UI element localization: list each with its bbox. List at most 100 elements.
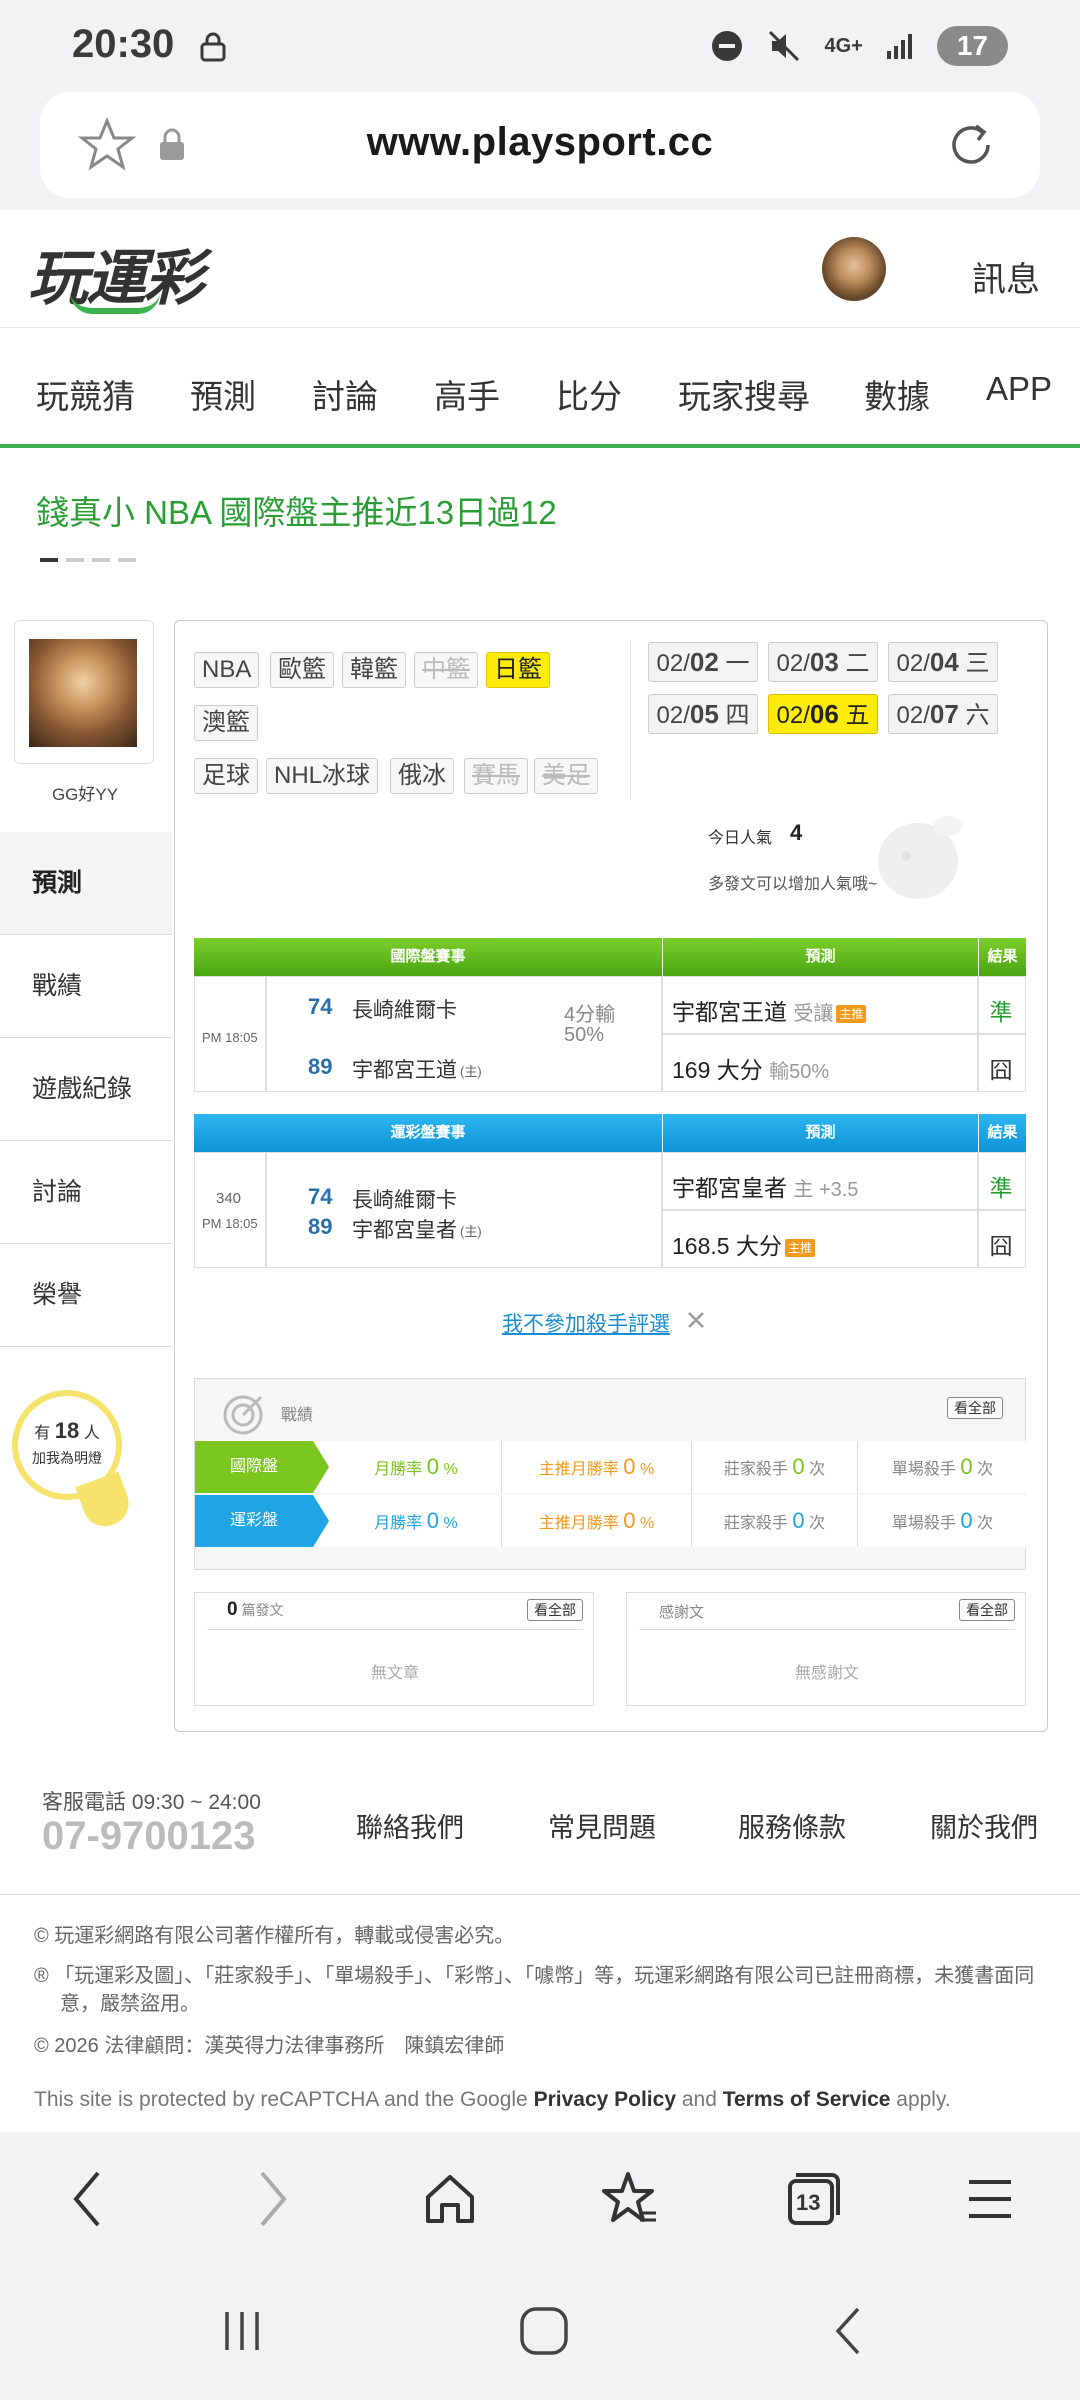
messages-link[interactable]: 訊息 [972,252,1040,301]
sidebar-item-honors[interactable]: 榮譽 [0,1244,172,1347]
lottery-header-pred: 預測 [662,1114,978,1152]
stats-title: 戰績 [281,1407,314,1424]
date-tab[interactable]: 02/07 六 [888,694,998,734]
back-button[interactable] [48,2164,128,2234]
sidebar-item-discussion[interactable]: 討論 [0,1141,172,1244]
nav-item[interactable]: 玩競猜 [36,370,135,418]
intl-away-team[interactable]: 長崎維爾卡 [352,994,457,1024]
date-tab[interactable]: 02/02 一 [648,642,758,682]
league-tag[interactable]: 韓籃 [342,652,406,688]
footer-link-contact[interactable]: 聯絡我們 [356,1806,464,1845]
nav-item[interactable]: 比分 [556,370,622,418]
lottery-pred-1: 宇都宮皇者 主 +3.5 [672,1175,859,1201]
nav-item[interactable]: APP [986,370,1052,408]
sidebar-item-game-log[interactable]: 遊戲紀錄 [0,1038,172,1141]
nav-item[interactable]: 討論 [312,370,378,418]
intl-header-result: 結果 [978,938,1026,976]
battery-level: 17 [936,26,1008,66]
bookmarks-star-icon [602,2172,656,2222]
home-button[interactable] [410,2164,490,2234]
sidebar-item-predictions[interactable]: 預測 [0,832,172,935]
address-bar[interactable]: www.playsport.cc [40,92,1040,198]
tabs-button[interactable]: 13 [770,2164,850,2234]
headline-link[interactable]: 錢真小 NBA 國際盤主推近13日過12 [36,486,557,534]
date-tab[interactable]: 02/05 四 [648,694,758,734]
fan-cta: 加我為明燈 [32,1450,102,1466]
user-avatar[interactable] [822,237,886,301]
intl-spread: 4分輸 [564,1004,616,1026]
intl-pred-1: 宇都宮王道 受讓 主推 [672,993,867,1027]
league-tag-selected[interactable]: 日籃 [486,652,550,688]
arrow-shape [313,1495,329,1547]
site-header: 玩運彩 訊息 [0,210,1080,328]
league-tag: 賽馬 [464,758,528,794]
date-tab[interactable]: 02/04 三 [888,642,998,682]
lottery-result-2: 囧 [989,1233,1013,1259]
hotline-number[interactable]: 07-9700123 [42,1814,256,1859]
target-icon [223,1395,263,1435]
main-pick-badge: 主推 [784,1238,815,1257]
intl-home-team[interactable]: 宇都宮王道 [352,1054,457,1084]
lottery-home-team[interactable]: 宇都宮皇者 [352,1214,457,1244]
stat-month-rate: 月勝率 0 % [374,1454,458,1479]
league-tag[interactable]: 俄冰 [390,758,454,794]
nav-item[interactable]: 數據 [864,370,930,418]
recents-button[interactable] [202,2296,282,2366]
date-tab[interactable]: 02/03 二 [768,642,878,682]
lottery-header-event: 運彩盤賽事 [194,1114,662,1152]
league-tag[interactable]: NHL冰球 [266,758,379,794]
signal-icon [886,34,912,59]
lottery-away-num: 74 [308,1184,333,1209]
status-time: 20:30 [72,22,175,66]
lottery-away-team[interactable]: 長崎維爾卡 [352,1184,457,1214]
league-tag[interactable]: 足球 [194,758,258,794]
league-tag[interactable]: 歐籃 [270,652,334,688]
footer-link-about[interactable]: 關於我們 [930,1806,1038,1845]
thanks-view-all-button[interactable]: 看全部 [959,1599,1015,1621]
stats-row-label: 運彩盤 [195,1495,313,1547]
intl-result-2: 囧 [989,1057,1013,1083]
privacy-policy-link[interactable]: Privacy Policy [534,2088,676,2111]
stat-banker-killer: 莊家殺手 0 次 [691,1495,857,1547]
stat-single-killer: 單場殺手 0 次 [857,1441,1027,1493]
profile-card[interactable] [14,620,154,764]
system-back-button[interactable] [808,2296,888,2366]
stats-row-label: 國際盤 [195,1441,313,1493]
posts-view-all-button[interactable]: 看全部 [527,1599,583,1621]
forward-icon [260,2171,287,2227]
posts-empty: 無文章 [370,1665,419,1682]
mascot-watermark-icon [878,816,962,899]
footer-link-faq[interactable]: 常見問題 [548,1806,656,1845]
url-text[interactable]: www.playsport.cc [40,120,1040,165]
league-tag[interactable]: NBA [194,652,260,688]
lottery-match-cell [266,1152,662,1268]
league-tag[interactable]: 澳籃 [194,705,258,741]
thanks-empty: 無感謝文 [794,1665,859,1682]
hamburger-menu-icon [969,2180,1011,2218]
intl-home-num: 89 [308,1054,333,1079]
intl-away-num: 74 [308,994,333,1019]
nav-item[interactable]: 預測 [190,370,256,418]
profile-photo[interactable] [29,639,137,747]
bookmarks-button[interactable] [590,2164,670,2234]
nav-item[interactable]: 玩家搜尋 [678,370,810,418]
stats-row-lottery: 運彩盤 月勝率 0 % 主推月勝率 0 % 莊家殺手 0 次 單場殺手 0 次 [195,1495,1027,1547]
stats-view-all-button[interactable]: 看全部 [947,1397,1003,1419]
terms-link[interactable]: Terms of Service [723,2088,891,2111]
copyright-text: © 玩運彩網路有限公司著作權所有，轉載或侵害必究。 [34,1925,515,1947]
opt-out-link[interactable]: 我不參加殺手評選 [502,1308,670,1338]
system-home-button[interactable] [504,2296,584,2366]
recaptcha-notice: This site is protected by reCAPTCHA and … [34,2088,951,2111]
close-icon[interactable] [686,1310,706,1330]
footer-link-terms[interactable]: 服務條款 [738,1806,846,1845]
sidebar-item-record[interactable]: 戰績 [0,935,172,1038]
fan-count-line: 有 18 人 [34,1418,100,1443]
lottery-code: 340 [216,1190,242,1207]
forward-button[interactable] [232,2164,312,2234]
nav-item[interactable]: 高手 [434,370,500,418]
menu-button[interactable] [950,2164,1030,2234]
reload-icon[interactable] [944,118,998,172]
profile-name[interactable]: GG好YY [0,780,170,805]
posts-box: 0 篇發文 看全部 無文章 [194,1592,594,1706]
date-tab-selected[interactable]: 02/06 五 [768,694,878,734]
